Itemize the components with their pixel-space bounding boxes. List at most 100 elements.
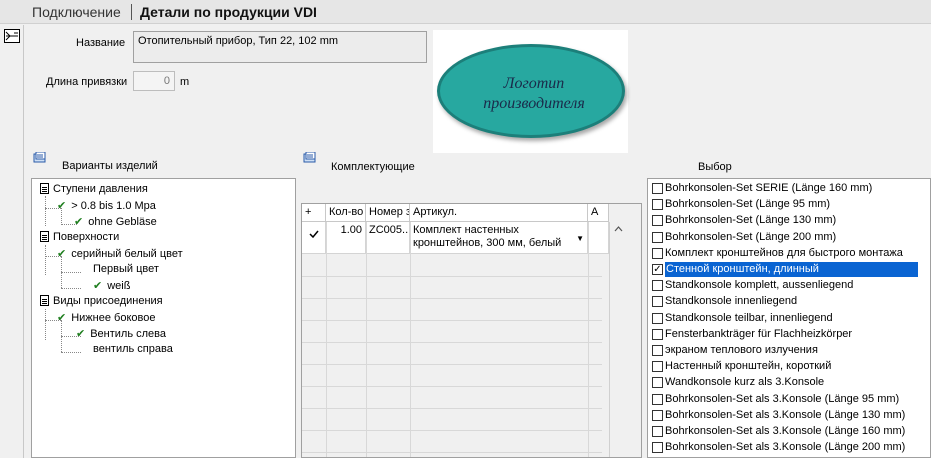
tree-connector [61, 352, 81, 353]
selection-item[interactable]: Bohrkonsolen-Set als 3.Konsole (Länge 20… [650, 440, 930, 456]
row-status-cell [302, 222, 326, 254]
selection-checkbox[interactable] [652, 280, 663, 292]
a-cell[interactable] [588, 222, 609, 254]
tree-item[interactable]: ✔ weiß [93, 279, 130, 292]
dropdown-arrow-icon[interactable]: ▼ [576, 232, 584, 245]
selection-item[interactable]: Standkonsole komplett, aussenliegend [650, 278, 930, 294]
tree-item[interactable]: вентиль справа [93, 343, 173, 355]
components-grid[interactable]: + Кол-во Номер з Артикул. A 1.00 ZC005..… [301, 203, 642, 458]
tree-item-label: вентиль справа [93, 343, 173, 355]
empty-row [302, 299, 602, 321]
number-cell[interactable]: ZC005... [366, 222, 410, 254]
document-icon [40, 295, 49, 306]
tree-group[interactable]: Поверхности [40, 231, 119, 243]
selection-checkbox[interactable] [652, 393, 663, 405]
name-field[interactable]: Отопительный прибор, Тип 22, 102 mm [133, 31, 427, 63]
selection-item[interactable]: Bohrkonsolen-Set als 3.Konsole (Länge 16… [650, 424, 930, 440]
selection-item[interactable]: Wandkonsole kurz als 3.Konsole [650, 375, 930, 391]
selection-checkbox[interactable] [652, 247, 663, 259]
selection-item[interactable]: Bohrkonsolen-Set (Länge 200 mm) [650, 230, 930, 246]
selection-item[interactable]: Standkonsole innenliegend [650, 294, 930, 310]
selection-list[interactable]: Bohrkonsolen-Set SERIE (Länge 160 mm) Boh… [647, 178, 931, 458]
qty-cell[interactable]: 1.00 [326, 222, 366, 254]
selection-checkbox[interactable] [652, 328, 663, 340]
empty-row [302, 255, 602, 277]
variants-tree[interactable]: Ступени давления ✔ > 0.8 bis 1.0 Mpa ✔ ohn… [31, 178, 296, 458]
selection-item[interactable]: Bohrkonsolen-Set SERIE (Länge 160 mm) [650, 181, 930, 197]
selection-item-label: Комплект кронштейнов для быстрого монтаж… [665, 246, 903, 259]
tree-group[interactable]: Виды присоединения [40, 295, 163, 307]
selection-checkbox[interactable] [652, 426, 663, 437]
selection-item[interactable]: Bohrkonsolen-Set (Länge 130 mm) [650, 213, 930, 229]
grid-vertical-scrollbar[interactable] [609, 222, 627, 457]
tree-item[interactable]: ✔ Нижнее боковое [57, 311, 155, 324]
selection-item[interactable]: ✓ Стенной кронштейн, длинный [650, 262, 930, 278]
tree-item[interactable]: ✔ Вентиль слева [76, 327, 166, 340]
tree-item-label: Нижнее боковое [71, 312, 156, 324]
selection-item-label: Standkonsole teilbar, innenliegend [665, 311, 833, 324]
selection-item[interactable]: Bohrkonsolen-Set als 3.Konsole (Länge 13… [650, 408, 930, 424]
column-header-qty[interactable]: Кол-во [326, 204, 366, 222]
article-cell[interactable]: Комплект настенных кронштейнов, 300 мм, … [410, 222, 588, 254]
selection-title: Выбор [698, 161, 732, 173]
tree-item-label: > 0.8 bis 1.0 Mpa [71, 200, 156, 212]
check-icon: ✔ [57, 248, 67, 260]
scroll-up-icon[interactable] [614, 226, 623, 232]
tab-vdi-details[interactable]: Детали по продукции VDI [140, 4, 317, 20]
length-field[interactable]: 0 [133, 71, 175, 91]
selection-checkbox[interactable] [652, 409, 663, 421]
left-toolbar [0, 25, 24, 458]
selection-checkbox[interactable] [652, 296, 663, 308]
empty-row [302, 365, 602, 387]
tree-group[interactable]: Ступени давления [40, 183, 148, 195]
selection-item[interactable]: Настенный кронштейн, короткий [650, 359, 930, 375]
logo-text-line2: производителя [483, 95, 585, 112]
selection-item[interactable]: Комплект кронштейнов для быстрого монтаж… [650, 246, 930, 262]
check-icon: ✔ [74, 216, 84, 228]
selection-item-label: Bohrkonsolen-Set (Länge 95 mm) [665, 198, 831, 211]
selection-item[interactable]: Bohrkonsolen-Set (Länge 95 mm) [650, 197, 930, 213]
selection-item[interactable]: экраном теплового излучения [650, 343, 930, 359]
selection-item[interactable]: Bohrkonsolen-Set als 3.Konsole (Länge 95… [650, 392, 930, 408]
components-icon [303, 152, 316, 163]
tree-connector [45, 309, 46, 340]
tab-connection[interactable]: Подключение [32, 4, 121, 20]
column-divider [588, 222, 589, 457]
column-header-a[interactable]: A [588, 204, 609, 222]
selection-item[interactable]: Standkonsole teilbar, innenliegend [650, 311, 930, 327]
column-header-article[interactable]: Артикул. [410, 204, 588, 222]
column-header-number[interactable]: Номер з [366, 204, 410, 222]
tree-item[interactable]: ✔ ohne Gebläse [74, 215, 157, 228]
tree-item[interactable]: ✔ серийный белый цвет [57, 247, 183, 260]
selection-checkbox[interactable] [652, 183, 663, 194]
length-label: Длина привязки [46, 76, 128, 88]
tab-bar: Подключение Детали по продукции VDI [0, 0, 931, 24]
manufacturer-logo: Логотип производителя [433, 30, 628, 153]
view-toggle-icon[interactable] [4, 29, 20, 43]
check-icon: ✔ [76, 328, 86, 340]
empty-row [302, 409, 602, 431]
article-line1: Комплект настенных [413, 224, 519, 236]
tree-item-label: серийный белый цвет [71, 248, 183, 260]
logo-ellipse: Логотип производителя [437, 44, 625, 138]
selection-checkbox[interactable] [652, 312, 663, 324]
column-header-add[interactable]: + [302, 204, 326, 222]
selection-checkbox[interactable] [652, 345, 663, 356]
tree-item[interactable]: ✔ > 0.8 bis 1.0 Mpa [57, 199, 156, 212]
selection-checkbox[interactable]: ✓ [652, 264, 663, 275]
selection-item[interactable]: Fensterbankträger für Flachheizkörper [650, 327, 930, 343]
selection-checkbox[interactable] [652, 442, 663, 454]
selection-checkbox[interactable] [652, 215, 663, 227]
selection-checkbox[interactable] [652, 377, 663, 389]
selection-checkbox[interactable] [652, 361, 663, 373]
tree-item-label: ohne Gebläse [88, 216, 157, 228]
tree-connector [61, 272, 81, 273]
article-line2: кронштейнов, 300 мм, белый [413, 237, 562, 249]
selection-checkbox[interactable] [652, 199, 663, 211]
selection-checkbox[interactable] [652, 231, 663, 243]
column-divider [410, 222, 411, 457]
variants-title: Варианты изделий [62, 160, 158, 172]
tree-item[interactable]: Первый цвет [93, 263, 159, 275]
selection-item-label: Bohrkonsolen-Set als 3.Konsole (Länge 13… [665, 408, 906, 421]
selection-item-label: Настенный кронштейн, короткий [665, 360, 832, 373]
